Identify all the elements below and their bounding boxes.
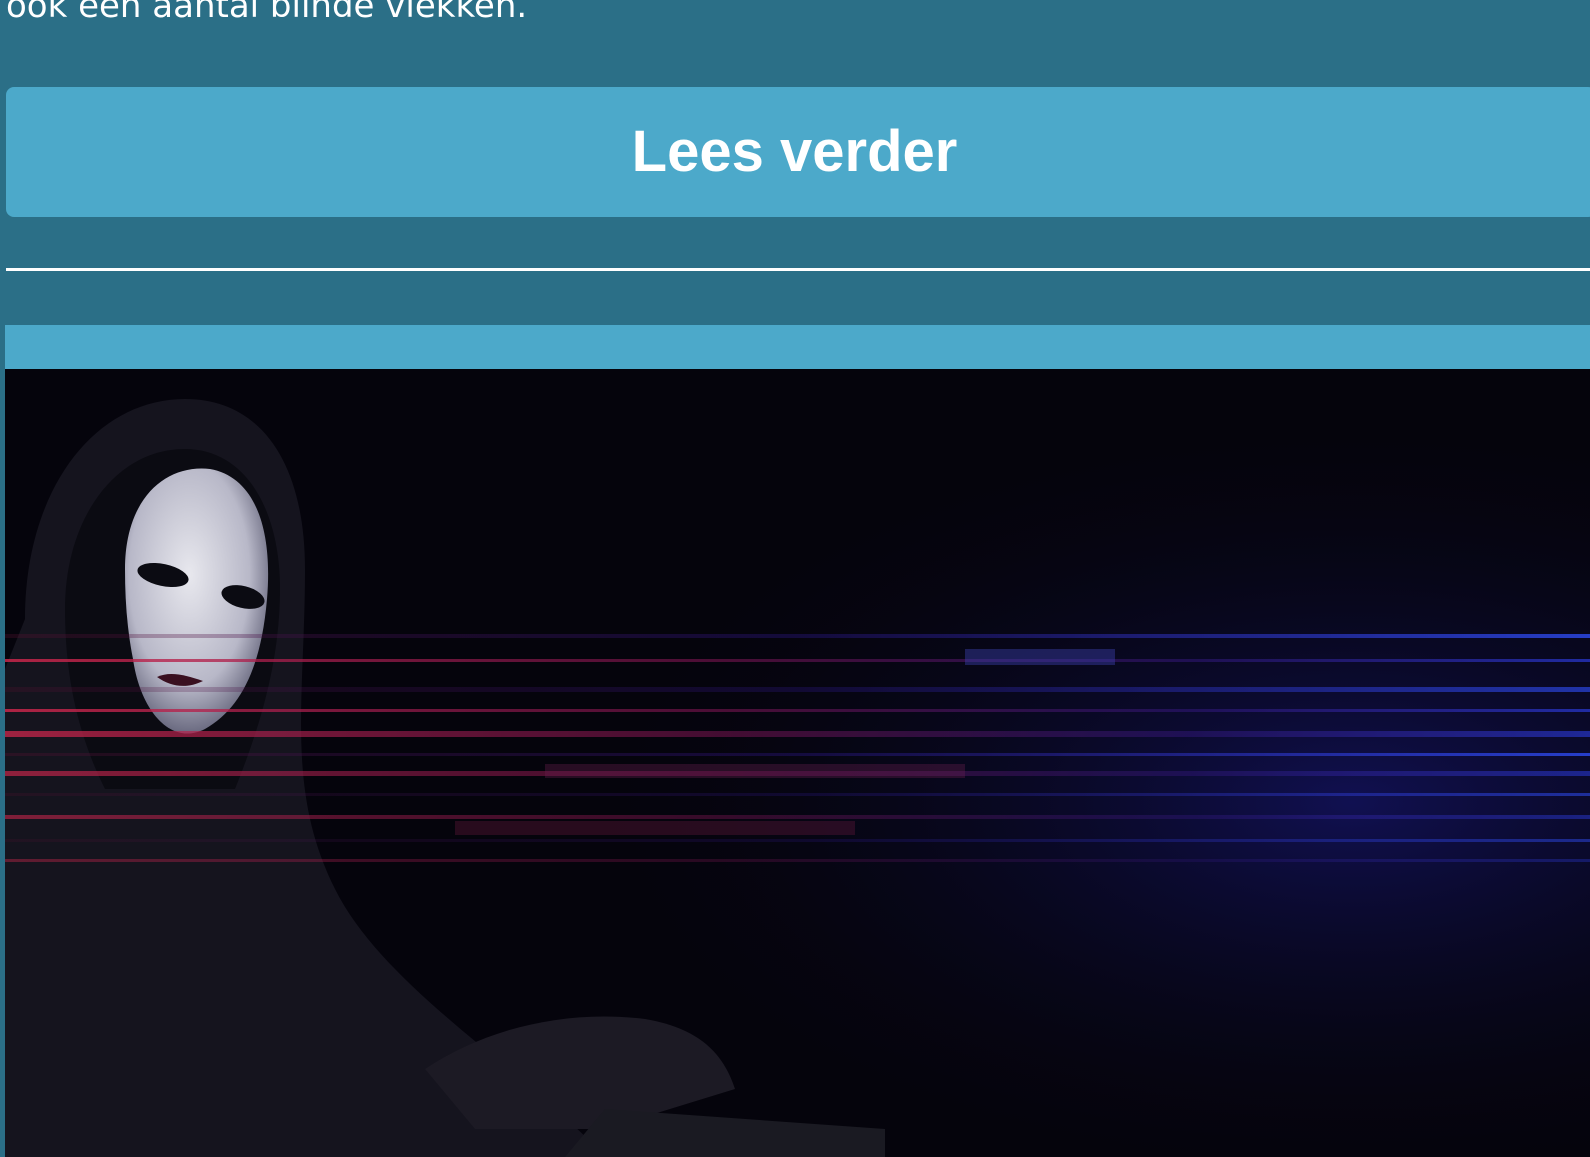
hacker-image[interactable] bbox=[5, 369, 1590, 1157]
masked-hacker-illustration bbox=[5, 369, 1590, 1157]
divider bbox=[6, 268, 1590, 271]
article-text: ook een aantal blinde vlekken. bbox=[6, 0, 528, 26]
card-header-bar bbox=[5, 325, 1590, 369]
article-card[interactable] bbox=[5, 325, 1590, 1157]
read-more-button[interactable]: Lees verder bbox=[6, 87, 1590, 217]
page: ook een aantal blinde vlekken. Lees verd… bbox=[0, 0, 1590, 1157]
